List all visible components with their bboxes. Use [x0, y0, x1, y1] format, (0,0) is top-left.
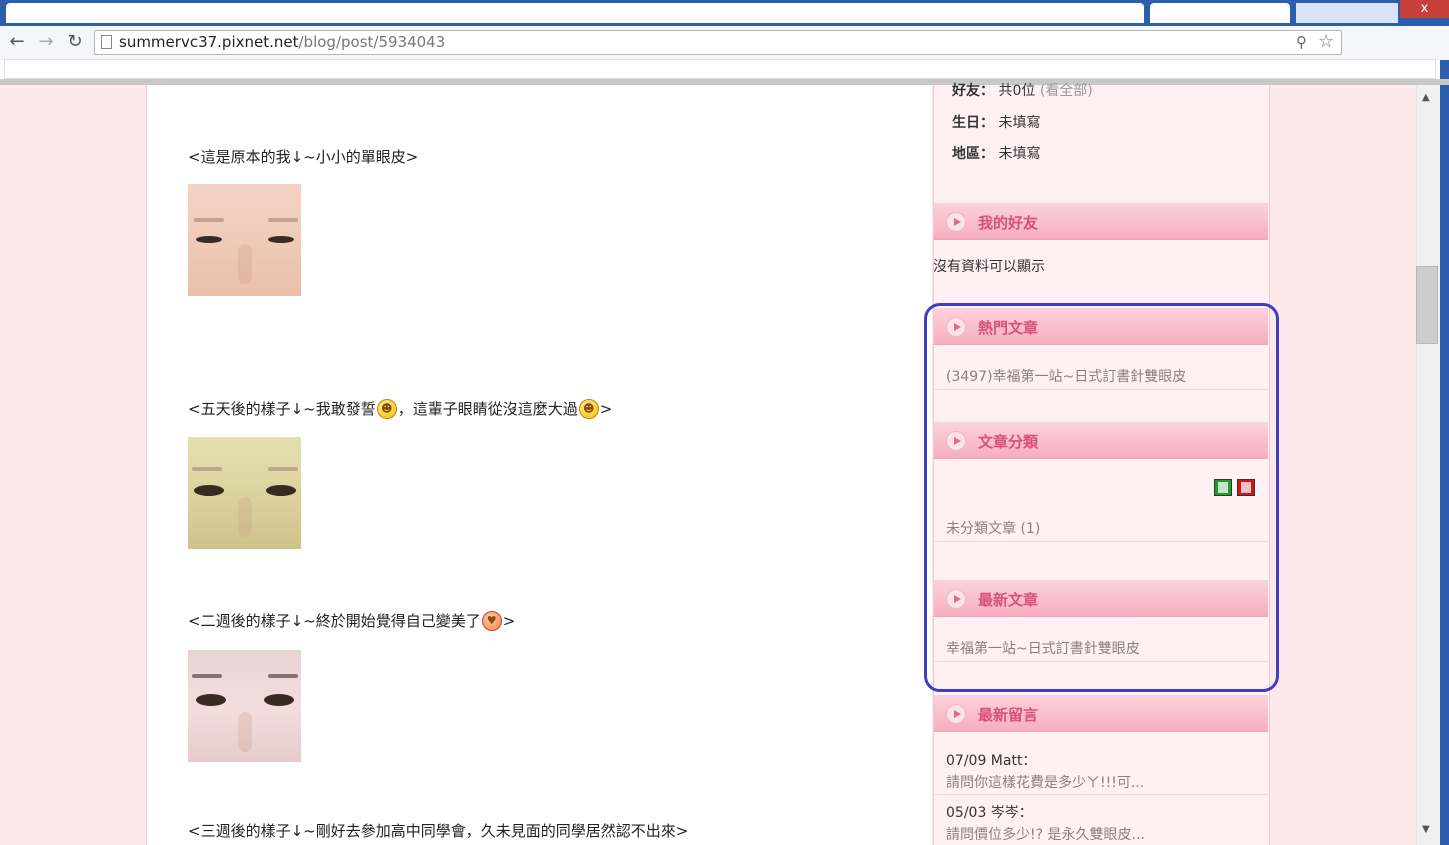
surprised-emoticon-icon: ☻	[578, 399, 599, 419]
bookmark-bar	[4, 59, 1436, 79]
window-close-button[interactable]: x	[1400, 0, 1449, 18]
reload-icon[interactable]: ↻	[64, 31, 86, 53]
friends-see-all-link[interactable]: (看全部)	[1040, 83, 1093, 99]
comment-link[interactable]: 請問你這樣花費是多少ㄚ!!!可...	[946, 772, 1144, 792]
profile-region: 地區： 未填寫	[952, 143, 1040, 163]
url-domain: summervc37.pixnet.net	[119, 33, 299, 51]
widget-title-latest-comments: 最新留言	[978, 706, 1039, 724]
widget-header-my-friends: 我的好友	[934, 203, 1268, 240]
region-value: 未填寫	[998, 146, 1041, 162]
tab-active[interactable]	[6, 3, 1144, 23]
region-label: 地區：	[952, 146, 994, 162]
comment-link[interactable]: 請問價位多少!? 是永久雙眼皮...	[946, 824, 1145, 844]
caption-day5-b: ，這輩子眼睛從沒這麼大過	[397, 400, 578, 418]
birthday-label: 生日：	[952, 115, 994, 131]
profile-birthday: 生日： 未填寫	[952, 112, 1040, 132]
caption-original: <這是原本的我↓~小小的單眼皮>	[188, 148, 419, 166]
comment-author: 07/09 Matt：	[946, 753, 1037, 769]
new-tab-button[interactable]	[1296, 3, 1398, 23]
widget-header-latest-comments: 最新留言	[934, 695, 1268, 732]
caption-week2-a: <二週後的樣子↓~終於開始覺得自己變美了	[188, 612, 481, 630]
vertical-scrollbar[interactable]	[1416, 85, 1440, 845]
scroll-up-arrow-icon[interactable]: ▲	[1422, 92, 1430, 103]
friends-value: 共0位	[998, 83, 1036, 99]
caption-week2-c: >	[502, 612, 516, 630]
comment-author: 05/03 岑岑：	[946, 805, 1033, 821]
love-emoticon-icon: ♥	[481, 611, 502, 631]
scrollbar-thumb[interactable]	[1416, 266, 1438, 344]
page-icon	[101, 35, 112, 49]
back-arrow-icon[interactable]: ←	[6, 31, 28, 53]
forward-arrow-icon[interactable]: →	[35, 31, 57, 53]
bookmark-star-icon[interactable]: ☆	[1318, 31, 1334, 52]
caption-week2: <二週後的樣子↓~終於開始覺得自己變美了 ♥ >	[188, 610, 515, 631]
url-path: /blog/post/5934043	[298, 33, 446, 51]
arrow-right-icon	[946, 704, 966, 724]
arrow-right-icon	[946, 212, 966, 232]
scroll-down-arrow-icon[interactable]: ▼	[1422, 824, 1430, 835]
highlight-annotation	[924, 303, 1279, 692]
profile-friends: 好友： 共0位 (看全部)	[952, 80, 1093, 100]
divider	[934, 794, 1268, 795]
zoom-icon[interactable]: ⚲	[1296, 33, 1307, 51]
window-frame	[1440, 26, 1449, 845]
birthday-value: 未填寫	[998, 115, 1041, 131]
caption-day5: <五天後的樣子↓~我敢發誓 ☻ ，這輩子眼睛從沒這麼大過 ☻ >	[188, 398, 612, 419]
caption-day5-c: >	[599, 400, 613, 418]
caption-week3: <三週後的樣子↓~剛好去參加高中同學會，久未見面的同學居然認不出來>	[188, 822, 689, 840]
widget-title-my-friends: 我的好友	[978, 214, 1039, 232]
eye-photo-day5	[188, 437, 301, 549]
my-friends-empty: 沒有資料可以顯示	[933, 259, 1045, 275]
tab-inactive[interactable]	[1150, 3, 1290, 23]
caption-day5-a: <五天後的樣子↓~我敢發誓	[188, 400, 376, 418]
swear-emoticon-icon: ☻	[376, 399, 397, 419]
friends-label: 好友：	[952, 83, 994, 99]
url-text[interactable]: summervc37.pixnet.net/blog/post/5934043	[119, 33, 445, 51]
eye-photo-week2	[188, 650, 301, 762]
eye-photo-original	[188, 184, 301, 296]
